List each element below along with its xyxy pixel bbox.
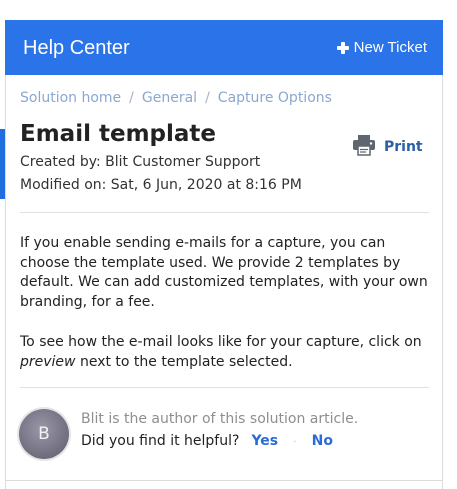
side-tab-indicator bbox=[0, 129, 5, 199]
print-button[interactable]: Print bbox=[352, 134, 423, 160]
article-title: Email template bbox=[20, 121, 216, 147]
breadcrumb-separator: / bbox=[205, 90, 210, 106]
paragraph-text: next to the template selected. bbox=[75, 353, 293, 370]
plus-icon bbox=[336, 42, 349, 54]
printer-icon bbox=[352, 134, 376, 160]
author-note: Blit is the author of this solution arti… bbox=[81, 411, 359, 427]
breadcrumb-separator: / bbox=[129, 90, 134, 106]
paragraph-emphasis: preview bbox=[20, 353, 76, 370]
avatar: B bbox=[19, 409, 69, 459]
new-ticket-button[interactable]: New Ticket bbox=[336, 39, 427, 57]
new-ticket-label: New Ticket bbox=[353, 39, 427, 56]
vote-yes-button[interactable]: Yes bbox=[251, 433, 278, 449]
bottom-divider bbox=[5, 480, 443, 481]
avatar-initial: B bbox=[38, 424, 50, 444]
breadcrumb-capture-options[interactable]: Capture Options bbox=[218, 90, 332, 106]
article-created-by: Created by: Blit Customer Support bbox=[20, 154, 261, 170]
header-title: Help Center bbox=[23, 37, 130, 59]
paragraph-text: To see how the e-mail looks like for you… bbox=[20, 334, 422, 350]
breadcrumb-general[interactable]: General bbox=[142, 90, 197, 106]
article-modified-on: Modified on: Sat, 6 Jun, 2020 at 8:16 PM bbox=[20, 177, 302, 193]
helpful-prompt: Did you find it helpful? Yes · No bbox=[81, 431, 333, 452]
divider bbox=[20, 212, 429, 213]
article-paragraph: To see how the e-mail looks like for you… bbox=[20, 333, 432, 372]
vote-separator: · bbox=[293, 435, 297, 448]
article-paragraph: If you enable sending e-mails for a capt… bbox=[20, 235, 428, 310]
divider bbox=[20, 387, 429, 388]
header-bar: Help Center New Ticket bbox=[5, 20, 443, 75]
breadcrumb-solution-home[interactable]: Solution home bbox=[20, 90, 121, 106]
breadcrumb: Solution home / General / Capture Options bbox=[20, 89, 332, 107]
vote-no-button[interactable]: No bbox=[312, 433, 333, 449]
print-label: Print bbox=[384, 139, 423, 155]
helpful-question: Did you find it helpful? bbox=[81, 433, 240, 449]
